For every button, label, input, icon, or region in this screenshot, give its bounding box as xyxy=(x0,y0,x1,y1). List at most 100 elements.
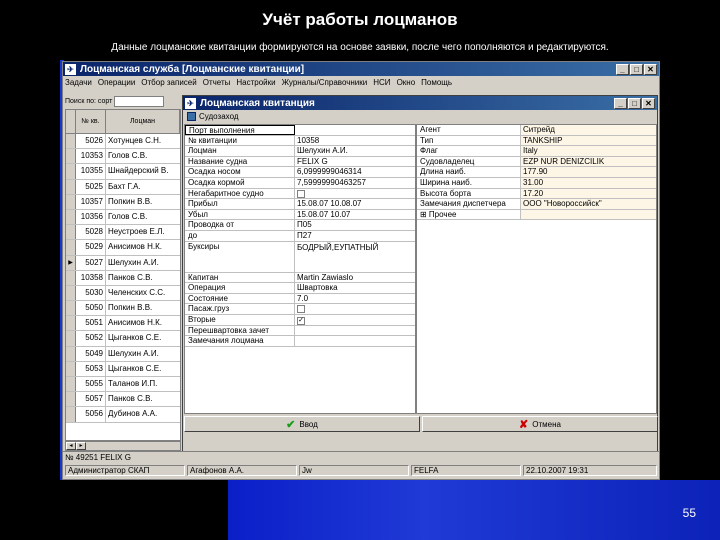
property-row[interactable]: Осадка носом 6,0999999046314 xyxy=(185,167,415,178)
list-header-number[interactable]: № кв. xyxy=(76,110,106,133)
property-value[interactable]: Ситрейд xyxy=(521,125,656,135)
property-value[interactable]: 6,0999999046314 xyxy=(295,167,415,177)
property-row[interactable]: Негабаритное судно xyxy=(185,188,415,200)
property-checkbox[interactable] xyxy=(297,305,305,314)
list-item[interactable]: 5055 Таланов И.П. xyxy=(66,377,180,393)
list-item[interactable]: 5053 Цыганков С.Е. xyxy=(66,361,180,377)
list-item[interactable]: 5030 Челенских С.С. xyxy=(66,285,180,302)
property-value[interactable]: FELIX G xyxy=(295,157,415,167)
menu-item-tasks[interactable]: Задачи xyxy=(65,78,92,87)
property-value[interactable] xyxy=(295,125,415,135)
list-item[interactable]: 5056 Дубинов А.А. xyxy=(66,407,180,423)
scroll-left-icon[interactable]: ◂ xyxy=(66,442,76,450)
dialog-close-button[interactable]: ✕ xyxy=(642,97,655,109)
list-item[interactable]: 10355 Шнайдерский В. xyxy=(66,164,180,180)
property-value[interactable] xyxy=(295,189,415,199)
list-item[interactable]: 5052 Цыганков С.Е. xyxy=(66,331,180,347)
menu-item-journals[interactable]: Журналы/Справочники xyxy=(282,78,368,87)
property-row[interactable]: Длина наиб. 177.90 xyxy=(417,167,656,178)
property-value[interactable]: 7,59999990463257 xyxy=(295,178,415,188)
menu-item-operations[interactable]: Операции xyxy=(98,78,135,87)
property-row[interactable]: Замечания диспетчера ООО "Новороссийск" xyxy=(417,199,656,210)
property-value[interactable]: EZP NUR DENIZCILIK xyxy=(521,156,656,167)
property-checkbox[interactable] xyxy=(297,189,305,198)
list-item[interactable]: ▶ 5027 Шелухин А.И. xyxy=(66,255,180,271)
property-row[interactable]: Тип TANKSHIP xyxy=(417,135,656,147)
list-scrollbar[interactable]: ◂ ▸ xyxy=(65,441,181,451)
property-row[interactable]: Проводка от П05 xyxy=(185,220,415,231)
property-row[interactable]: Название судна FELIX G xyxy=(185,156,415,168)
property-row[interactable]: № квитанции 10358 xyxy=(185,135,415,147)
property-row[interactable]: Вторые ✓ xyxy=(185,314,415,326)
list-item[interactable]: 10353 Голов С.В. xyxy=(66,149,180,165)
property-row[interactable]: Лоцман Шелухин А.И. xyxy=(185,146,415,157)
search-input[interactable] xyxy=(114,95,165,107)
property-value[interactable]: Шелухин А.И. xyxy=(295,146,415,156)
property-row[interactable]: Пасаж.груз xyxy=(185,304,415,315)
property-value[interactable]: 10358 xyxy=(295,136,415,146)
property-row[interactable]: Прибыл 15.08.07 10.08.07 xyxy=(185,199,415,210)
property-row[interactable]: Флаг Italy xyxy=(417,146,656,157)
property-row[interactable]: Буксиры БОДРЫЙ,ЕУПАТНЫЙ xyxy=(185,241,415,273)
list-item[interactable]: 10357 Попкин В.В. xyxy=(66,194,180,210)
menu-item-reports[interactable]: Отчеты xyxy=(203,78,231,87)
property-checkbox[interactable]: ✓ xyxy=(297,316,305,325)
list-item[interactable]: 5025 Бахт Г.А. xyxy=(66,179,180,195)
menu-item-settings[interactable]: Настройки xyxy=(236,78,275,87)
property-row[interactable]: Высота борта 17.20 xyxy=(417,188,656,200)
list-item[interactable]: 5028 Неустроев Е.Л. xyxy=(66,225,180,241)
property-row[interactable]: Ширина наиб. 31.00 xyxy=(417,177,656,189)
property-value[interactable]: 17.20 xyxy=(521,188,656,199)
property-value[interactable]: БОДРЫЙ,ЕУПАТНЫЙ xyxy=(295,242,415,272)
property-value[interactable]: П05 xyxy=(295,220,415,230)
menu-item-help[interactable]: Помощь xyxy=(421,78,452,87)
property-row[interactable]: ⊞ Прочее xyxy=(417,209,656,221)
list-item[interactable]: 5029 Анисимов Н.К. xyxy=(66,240,180,256)
ship-call-label[interactable]: Судозаход xyxy=(199,112,239,121)
property-value[interactable]: Martin Zawiaslo xyxy=(295,273,415,283)
property-value[interactable]: 15.08.07 10.08.07 xyxy=(295,199,415,209)
property-value[interactable] xyxy=(295,304,415,314)
list-item[interactable]: 10358 Панков С.В. xyxy=(66,270,180,286)
list-item[interactable]: 5049 Шелухин А.И. xyxy=(66,346,180,362)
property-value[interactable]: 177.90 xyxy=(521,167,656,177)
cancel-button[interactable]: ✘ Отмена xyxy=(422,416,658,432)
menu-item-window[interactable]: Окно xyxy=(397,78,416,87)
menu-item-nsi[interactable]: НСИ xyxy=(373,78,390,87)
property-value[interactable]: 31.00 xyxy=(521,177,656,188)
property-row[interactable]: Осадка кормой 7,59999990463257 xyxy=(185,177,415,189)
close-button[interactable]: ✕ xyxy=(644,63,657,75)
property-row[interactable]: до П27 xyxy=(185,230,415,242)
property-row[interactable]: Судовладелец EZP NUR DENIZCILIK xyxy=(417,156,656,168)
property-row[interactable]: Капитан Martin Zawiaslo xyxy=(185,272,415,284)
property-row[interactable]: Операция Швартовка xyxy=(185,283,415,294)
property-value[interactable] xyxy=(295,326,415,336)
list-item[interactable]: 5050 Попкин В.В. xyxy=(66,301,180,317)
property-value[interactable]: ООО "Новороссийск" xyxy=(521,199,656,209)
dialog-maximize-button[interactable]: □ xyxy=(628,97,641,109)
property-value[interactable] xyxy=(521,209,656,220)
property-value[interactable]: Швартовка xyxy=(295,283,415,293)
ship-call-icon[interactable] xyxy=(187,111,196,121)
property-value[interactable]: Italy xyxy=(521,146,656,156)
property-row[interactable]: Состояние 7.0 xyxy=(185,293,415,305)
menu-item-filter[interactable]: Отбор записей xyxy=(141,78,196,87)
list-item[interactable]: 5051 Анисимов Н.К. xyxy=(66,316,180,332)
dialog-minimize-button[interactable]: _ xyxy=(614,97,627,109)
ok-button[interactable]: ✔ Ввод xyxy=(184,416,420,432)
maximize-button[interactable]: □ xyxy=(630,63,643,75)
property-value[interactable] xyxy=(295,336,415,346)
property-row[interactable]: Убыл 15.08.07 10.07 xyxy=(185,209,415,221)
property-value[interactable]: ✓ xyxy=(295,315,415,325)
list-item[interactable]: 10356 Голов С.В. xyxy=(66,209,180,226)
property-value[interactable]: 15.08.07 10.07 xyxy=(295,210,415,220)
property-value[interactable]: TANKSHIP xyxy=(521,135,656,146)
minimize-button[interactable]: _ xyxy=(616,63,629,75)
property-row[interactable]: Перешвартовка зачет xyxy=(185,325,415,337)
list-item[interactable]: 5026 Хотунцев С.Н. xyxy=(66,134,180,150)
property-row[interactable]: Порт выполнения xyxy=(185,125,415,136)
scroll-right-icon[interactable]: ▸ xyxy=(76,442,86,450)
property-value[interactable]: 7.0 xyxy=(295,294,415,304)
list-item[interactable]: 5057 Панков С.В. xyxy=(66,392,180,408)
property-row[interactable]: Агент Ситрейд xyxy=(417,125,656,136)
